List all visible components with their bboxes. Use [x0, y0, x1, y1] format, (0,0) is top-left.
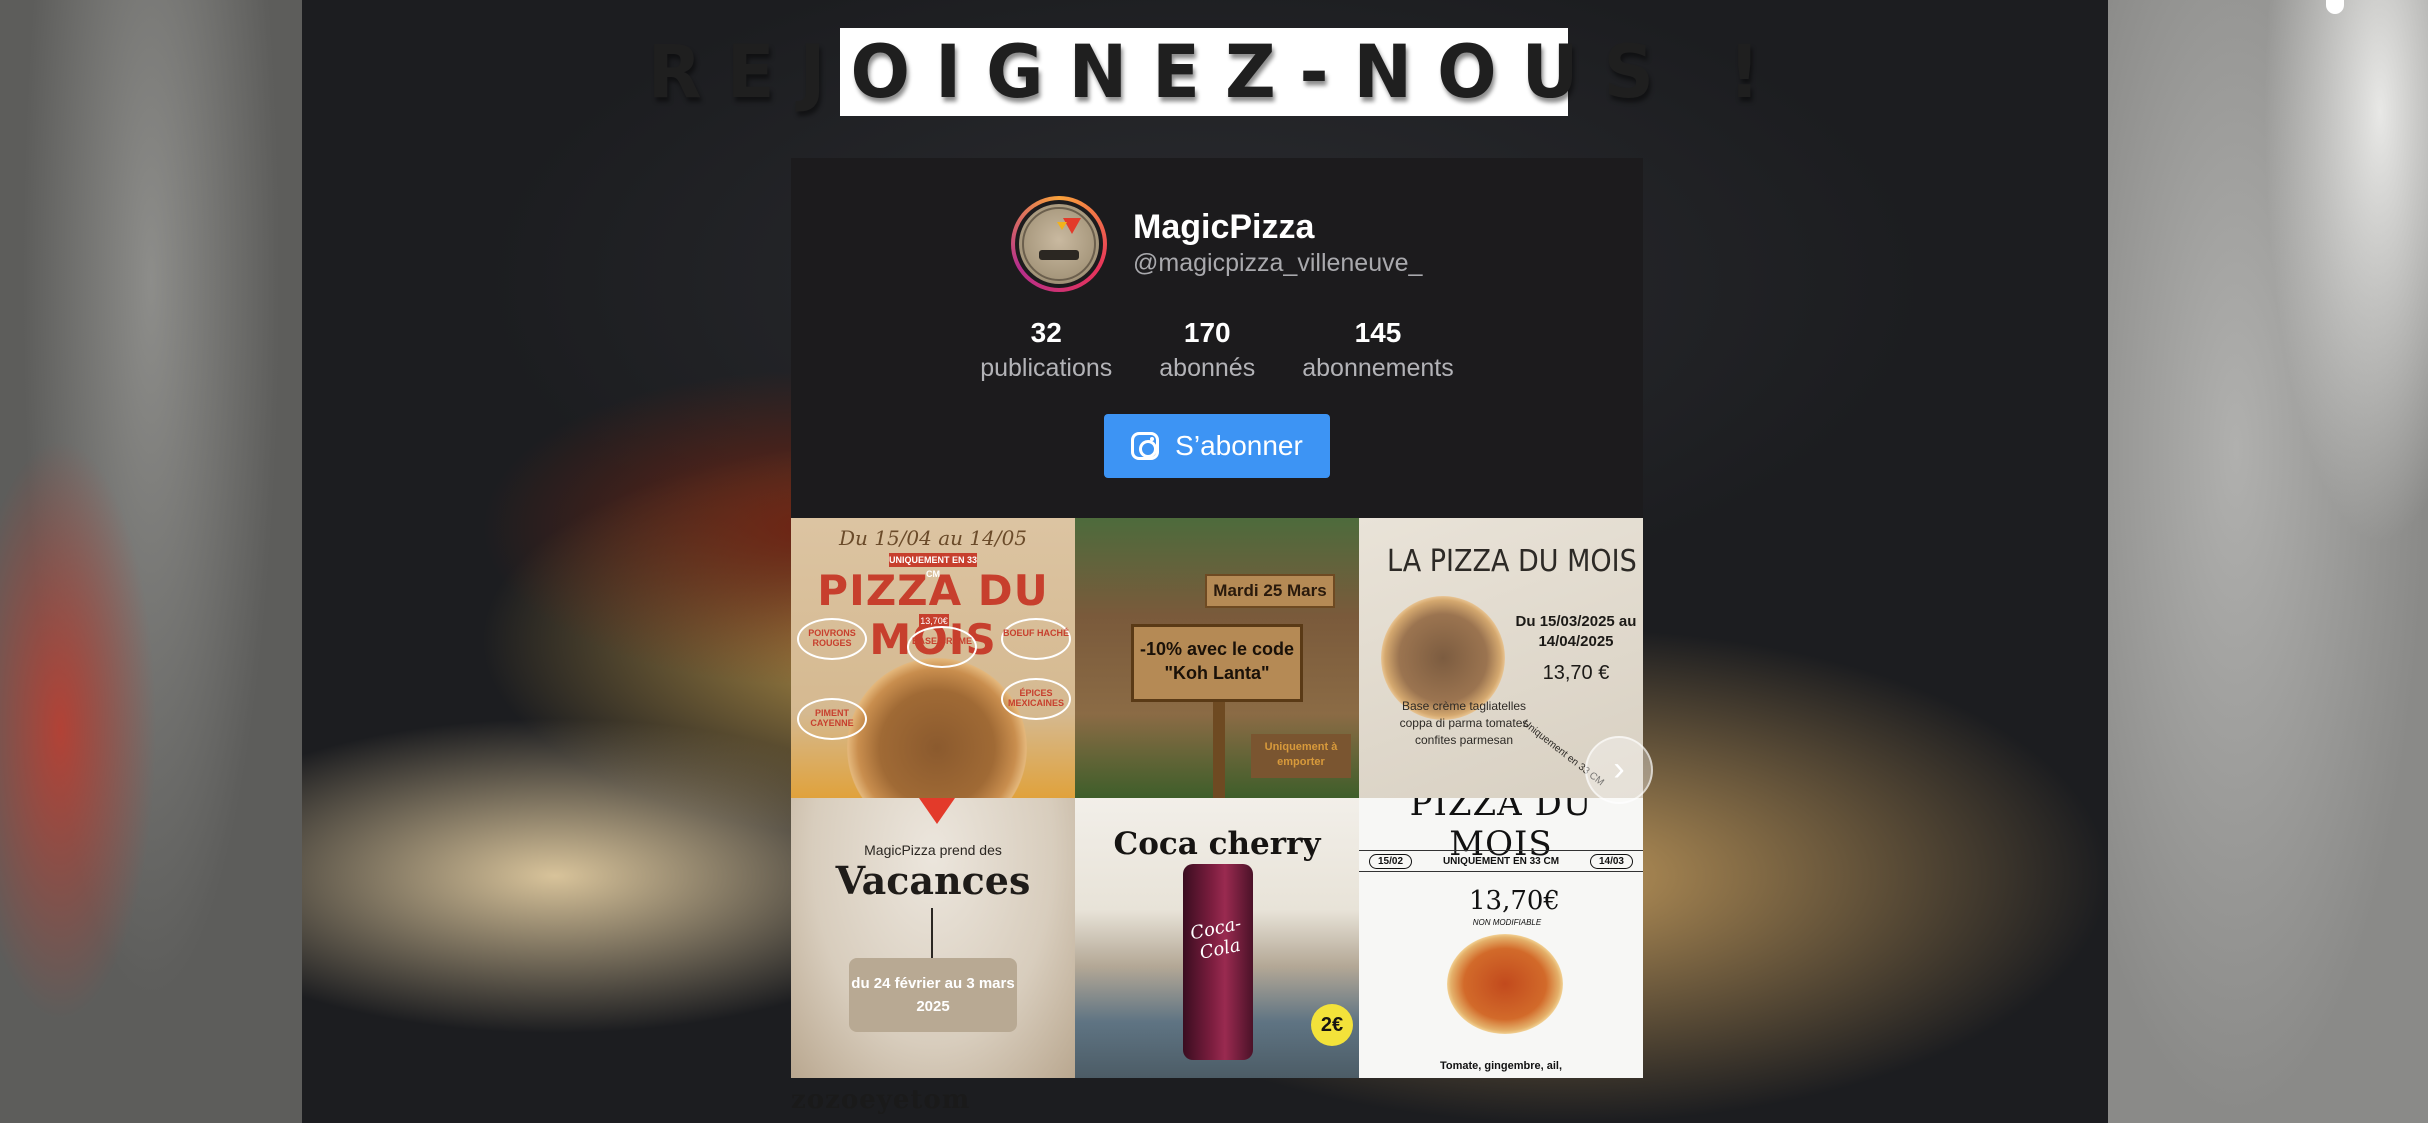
stat-label: abonnements: [1302, 354, 1454, 382]
post-price: 2€: [1311, 1004, 1353, 1046]
ingredient-bubble: PIMENT CAYENNE: [797, 698, 867, 740]
background-right: [2108, 0, 2428, 1123]
date-end: 14/03: [1589, 853, 1633, 869]
brand-triangle-icon: [919, 798, 955, 824]
post-grid: Du 15/04 au 14/05 UNIQUEMENT EN 33 CM PI…: [791, 518, 1643, 1078]
banner: REJOIGNEZ-NOUS !: [648, 28, 1760, 116]
post-koh-lanta-promo[interactable]: Mardi 25 Mars -10% avec le code "Koh Lan…: [1075, 518, 1359, 798]
stat-following: 145 abonnements: [1302, 316, 1454, 386]
post-price: 13,70€: [1469, 886, 1560, 916]
sign-date: Mardi 25 Mars: [1205, 574, 1335, 608]
ingredient-bubble: POIVRONS ROUGES: [797, 618, 867, 660]
instagram-icon: [1131, 432, 1160, 460]
post-dates: Du 15/03/2025 au 14/04/2025: [1515, 613, 1637, 650]
post-coca-cherry[interactable]: Coca cherry Coca-Cola 2€: [1075, 798, 1359, 1078]
instagram-widget: MagicPizza @magicpizza_villeneuve_ 32 pu…: [791, 158, 1653, 1078]
profile-name[interactable]: MagicPizza: [1133, 208, 1422, 246]
post-pizza-du-mois-april[interactable]: Du 15/04 au 14/05 UNIQUEMENT EN 33 CM PI…: [791, 518, 1075, 798]
post-price: 13,70 €: [1542, 662, 1610, 684]
post-dates: du 24 février au 3 mars 2025: [849, 958, 1017, 1032]
follow-button-label: S’abonner: [1175, 430, 1303, 461]
sign-promo-line2: "Koh Lanta": [1164, 663, 1270, 683]
post-description: Base crème tagliatelles coppa di parma t…: [1399, 699, 1529, 747]
divider: [931, 908, 933, 958]
avatar[interactable]: [1011, 196, 1107, 292]
sign-pole: [1213, 702, 1225, 798]
stat-publications: 32 publications: [980, 316, 1112, 386]
sign-promo: -10% avec le code "Koh Lanta": [1131, 624, 1303, 702]
stat-value: 32: [1030, 317, 1062, 348]
profile-stats: 32 publications 170 abonnés 145 abonneme…: [791, 316, 1643, 386]
post-tag: UNIQUEMENT EN 33 CM: [1442, 855, 1560, 867]
decor-dot: [2326, 0, 2344, 14]
stat-label: abonnés: [1159, 354, 1256, 382]
post-pizza-du-mois-february[interactable]: PIZZA DU MOIS 15/02 UNIQUEMENT EN 33 CM …: [1359, 798, 1643, 1078]
background-left: [0, 0, 302, 1123]
pizza-image: [1447, 934, 1563, 1034]
post-vacances[interactable]: MagicPizza prend des Vacances du 24 févr…: [791, 798, 1075, 1078]
post-info-bar: 15/02 UNIQUEMENT EN 33 CM 14/03: [1359, 850, 1643, 872]
footer-text: zozoeyetom: [791, 1085, 971, 1115]
banner-title: REJOIGNEZ-NOUS !: [647, 28, 1786, 116]
magicpizza-logo-icon: [1019, 204, 1099, 284]
profile-header[interactable]: MagicPizza @magicpizza_villeneuve_: [1011, 196, 1422, 292]
stat-followers: 170 abonnés: [1152, 316, 1262, 386]
post-title: LA PIZZA DU MOIS: [1387, 544, 1637, 579]
stat-value: 145: [1354, 317, 1402, 348]
follow-button[interactable]: S’abonner: [1104, 414, 1330, 478]
next-arrow-icon[interactable]: ›: [1585, 736, 1653, 804]
sign-takeaway: Uniquement à emporter: [1251, 734, 1351, 778]
ingredient-bubble: BASE CRÈME: [907, 626, 977, 668]
stat-value: 170: [1183, 317, 1231, 348]
post-ingredients: Tomate, gingembre, ail,: [1439, 1060, 1563, 1072]
post-title: Vacances: [835, 858, 1031, 903]
stat-label: publications: [980, 354, 1113, 382]
post-tag: UNIQUEMENT EN 33 CM: [889, 553, 978, 579]
ingredient-bubble: ÉPICES MEXICAINES: [1001, 678, 1071, 720]
sign-promo-line1: -10% avec le code: [1139, 639, 1295, 659]
pizza-image: [847, 658, 1027, 798]
post-note: NON MODIFIABLE: [1472, 918, 1542, 927]
post-title: Coca cherry: [1113, 826, 1321, 862]
post-dates: Du 15/04 au 14/05: [838, 526, 1028, 550]
profile-handle[interactable]: @magicpizza_villeneuve_: [1133, 246, 1422, 280]
post-subtitle: MagicPizza prend des: [864, 842, 1002, 858]
date-start: 15/02: [1369, 853, 1413, 869]
ingredient-bubble: BOEUF HACHÉ: [1001, 618, 1071, 660]
